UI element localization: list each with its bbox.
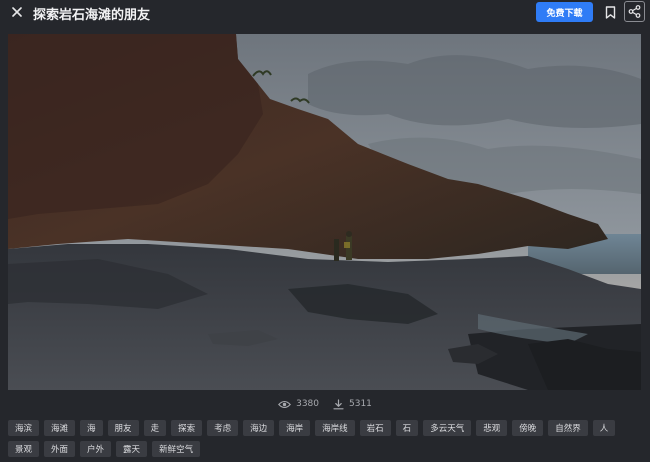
download-icon bbox=[333, 398, 344, 409]
tag-item[interactable]: 走 bbox=[143, 420, 167, 436]
free-download-button[interactable]: 免费下载 bbox=[536, 2, 593, 22]
bookmark-icon bbox=[605, 5, 615, 19]
share-button[interactable] bbox=[624, 1, 645, 22]
tag-item[interactable]: 人 bbox=[592, 420, 616, 436]
tag-item[interactable]: 岩石 bbox=[359, 420, 391, 436]
tag-item[interactable]: 户外 bbox=[80, 441, 112, 457]
photo-image bbox=[8, 34, 641, 390]
tag-item[interactable]: 傍晚 bbox=[512, 420, 544, 436]
downloads-count: 5311 bbox=[349, 399, 372, 409]
share-icon bbox=[628, 5, 641, 18]
tag-item[interactable]: 新鲜空气 bbox=[152, 441, 201, 457]
top-bar: 探索岩石海滩的朋友 免费下载 bbox=[0, 0, 650, 26]
tag-item[interactable]: 海岸 bbox=[279, 420, 311, 436]
close-icon bbox=[12, 7, 22, 17]
tag-item[interactable]: 考虑 bbox=[207, 420, 239, 436]
tag-item[interactable]: 海边 bbox=[243, 420, 275, 436]
views-count: 3380 bbox=[296, 399, 319, 409]
eye-icon bbox=[278, 400, 292, 408]
tag-item[interactable]: 海 bbox=[80, 420, 103, 436]
page-title: 探索岩石海滩的朋友 bbox=[33, 8, 151, 23]
bookmark-button[interactable] bbox=[601, 3, 619, 21]
tag-item[interactable]: 景观 bbox=[8, 441, 40, 457]
tag-item[interactable]: 石 bbox=[395, 420, 419, 436]
tag-item[interactable]: 海岸线 bbox=[315, 420, 355, 436]
tag-list: 海滨 海滩 海 朋友 走 探索 考虑 海边 海岸 海岸线 岩石 石 多云天气 悲… bbox=[8, 420, 644, 457]
tag-item[interactable]: 海滩 bbox=[44, 420, 76, 436]
tag-item[interactable]: 自然界 bbox=[548, 420, 588, 436]
stats-bar: 3380 5311 bbox=[0, 396, 650, 412]
views-stat: 3380 bbox=[278, 399, 319, 409]
downloads-stat: 5311 bbox=[333, 398, 372, 410]
tag-item[interactable]: 探索 bbox=[171, 420, 203, 436]
tag-item[interactable]: 朋友 bbox=[107, 420, 139, 436]
tag-item[interactable]: 海滨 bbox=[8, 420, 40, 436]
close-button[interactable] bbox=[8, 3, 26, 21]
tag-item[interactable]: 外面 bbox=[44, 441, 76, 457]
tag-item[interactable]: 露天 bbox=[116, 441, 148, 457]
main-photo[interactable] bbox=[8, 34, 641, 390]
tag-item[interactable]: 多云天气 bbox=[423, 420, 472, 436]
tag-item[interactable]: 悲观 bbox=[476, 420, 508, 436]
